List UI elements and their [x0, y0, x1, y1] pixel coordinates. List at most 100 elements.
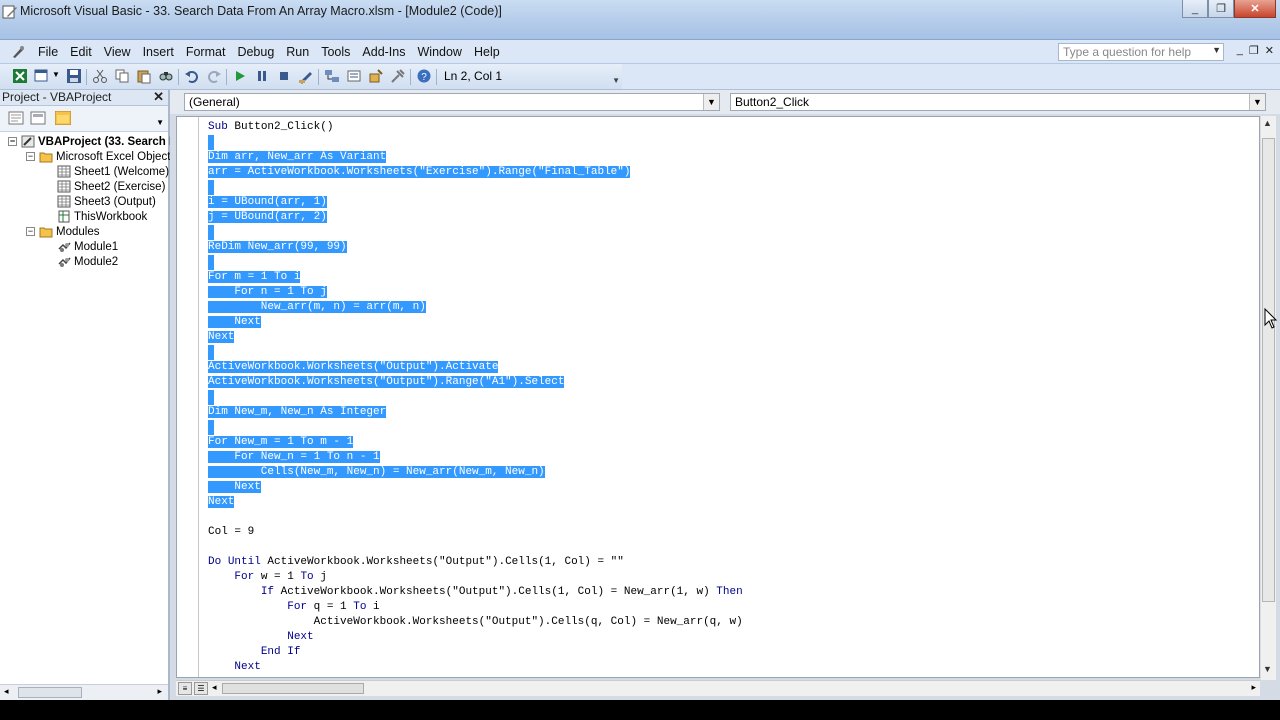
code-line[interactable]: End If — [208, 645, 743, 660]
tree-item-sheet2-exercise[interactable]: Sheet2 (Exercise) — [57, 179, 165, 194]
help-search-input[interactable]: Type a question for help ▼ — [1058, 43, 1224, 61]
code-line[interactable]: Next — [208, 315, 743, 330]
menu-debug[interactable]: Debug — [231, 45, 280, 59]
object-dropdown[interactable]: (General) ▼ — [184, 93, 720, 111]
code-line[interactable] — [208, 510, 743, 525]
code-line[interactable] — [208, 180, 743, 195]
code-line[interactable]: Next — [208, 660, 743, 675]
code-line[interactable]: Next — [208, 480, 743, 495]
copy-icon[interactable] — [114, 68, 130, 84]
menu-file[interactable]: File — [32, 45, 64, 59]
code-line[interactable]: Next — [208, 495, 743, 510]
procedure-view-icon[interactable]: ≡ — [178, 682, 192, 695]
code-line[interactable]: New_arr(m, n) = arr(m, n) — [208, 300, 743, 315]
code-line[interactable]: For w = 1 To j — [208, 570, 743, 585]
scroll-left-icon[interactable]: ◂ — [4, 686, 9, 697]
code-line[interactable]: j = UBound(arr, 2) — [208, 210, 743, 225]
code-line[interactable] — [208, 225, 743, 240]
code-line[interactable]: For New_m = 1 To m - 1 — [208, 435, 743, 450]
margin-indicator-bar[interactable] — [177, 117, 199, 677]
minimize-button[interactable]: _ — [1182, 0, 1208, 18]
project-explorer-icon[interactable] — [324, 68, 340, 84]
collapse-icon[interactable]: − — [8, 137, 17, 146]
code-line[interactable]: arr = ActiveWorkbook.Worksheets("Exercis… — [208, 165, 743, 180]
menu-addins[interactable]: Add-Ins — [356, 45, 411, 59]
mdi-close-button[interactable]: ✕ — [1265, 44, 1274, 57]
code-line[interactable]: For New_n = 1 To n - 1 — [208, 450, 743, 465]
break-icon[interactable] — [254, 68, 270, 84]
tree-item-vbaproject-33-search-i[interactable]: − VBAProject (33. Search I — [8, 134, 172, 149]
code-line[interactable]: For q = 1 To i — [208, 600, 743, 615]
chevron-down-icon[interactable]: ▼ — [1212, 45, 1221, 55]
scroll-thumb[interactable] — [1262, 138, 1275, 602]
tree-item-sheet1-welcome[interactable]: Sheet1 (Welcome) — [57, 164, 169, 179]
design-mode-icon[interactable] — [298, 68, 314, 84]
tree-item-microsoft-excel-objects[interactable]: − Microsoft Excel Objects — [26, 149, 176, 164]
code-line[interactable]: For n = 1 To j — [208, 285, 743, 300]
properties-icon[interactable] — [346, 68, 362, 84]
code-line[interactable]: For m = 1 To i — [208, 270, 743, 285]
code-line[interactable]: If ActiveWorkbook.Worksheets("Output").C… — [208, 585, 743, 600]
scroll-thumb[interactable] — [222, 683, 364, 694]
close-icon[interactable]: ✕ — [153, 89, 164, 105]
menu-tools[interactable]: Tools — [315, 45, 356, 59]
mdi-restore-button[interactable]: ❐ — [1249, 44, 1259, 57]
tree-item-sheet3-output[interactable]: Sheet3 (Output) — [57, 194, 156, 209]
object-browser-icon[interactable] — [368, 68, 384, 84]
code-line[interactable]: Cells(New_m, New_n) = New_arr(New_m, New… — [208, 465, 743, 480]
help-icon[interactable]: ? — [416, 68, 432, 84]
menu-run[interactable]: Run — [280, 45, 315, 59]
code-line[interactable]: ActiveWorkbook.Worksheets("Output").Rang… — [208, 375, 743, 390]
view-code-icon[interactable] — [8, 111, 24, 125]
code-line[interactable]: Do Until ActiveWorkbook.Worksheets("Outp… — [208, 555, 743, 570]
code-editor[interactable]: Sub Button2_Click() Dim arr, New_arr As V… — [176, 116, 1260, 678]
menu-edit[interactable]: Edit — [64, 45, 98, 59]
collapse-icon[interactable]: − — [26, 227, 35, 236]
menu-view[interactable]: View — [98, 45, 137, 59]
chevron-down-icon[interactable]: ▼ — [703, 94, 719, 110]
code-line[interactable] — [208, 390, 743, 405]
chevron-down-icon[interactable]: ▼ — [156, 118, 164, 127]
code-line[interactable] — [208, 420, 743, 435]
code-line[interactable] — [208, 540, 743, 555]
scroll-left-icon[interactable]: ◂ — [212, 682, 217, 693]
chevron-down-icon[interactable]: ▼ — [1249, 94, 1265, 110]
tree-item-modules[interactable]: − Modules — [26, 224, 99, 239]
code-line[interactable] — [208, 135, 743, 150]
code-line[interactable]: ReDim New_arr(99, 99) — [208, 240, 743, 255]
code-line[interactable]: Sub Button2_Click() — [208, 120, 743, 135]
close-button[interactable]: ✕ — [1234, 0, 1276, 18]
tree-item-thisworkbook[interactable]: ThisWorkbook — [57, 209, 147, 224]
code-line[interactable]: Dim New_m, New_n As Integer — [208, 405, 743, 420]
procedure-dropdown[interactable]: Button2_Click ▼ — [730, 93, 1266, 111]
vba-menu-icon[interactable] — [10, 44, 26, 60]
view-object-icon[interactable] — [30, 111, 46, 125]
undo-icon[interactable] — [184, 68, 200, 84]
find-icon[interactable] — [158, 68, 174, 84]
scroll-thumb[interactable] — [18, 687, 82, 698]
code-vertical-scrollbar[interactable]: ▲ ▼ — [1260, 116, 1276, 680]
code-line[interactable]: Col = 9 — [208, 525, 743, 540]
menu-help[interactable]: Help — [468, 45, 506, 59]
toolbar-options-icon[interactable]: ▼ — [612, 76, 620, 85]
reset-icon[interactable] — [276, 68, 292, 84]
code-line[interactable] — [208, 345, 743, 360]
code-line[interactable]: Dim arr, New_arr As Variant — [208, 150, 743, 165]
code-line[interactable]: Next — [208, 630, 743, 645]
scroll-right-icon[interactable]: ▸ — [1251, 682, 1256, 693]
redo-icon[interactable] — [206, 68, 222, 84]
menu-window[interactable]: Window — [412, 45, 468, 59]
cut-icon[interactable] — [92, 68, 108, 84]
tree-item-module1[interactable]: Module1 — [57, 239, 118, 254]
code-line[interactable] — [208, 255, 743, 270]
menu-format[interactable]: Format — [180, 45, 232, 59]
full-module-view-icon[interactable]: ☰ — [194, 682, 208, 695]
collapse-icon[interactable]: − — [26, 152, 35, 161]
save-icon[interactable] — [66, 68, 82, 84]
run-icon[interactable] — [232, 68, 248, 84]
restore-button[interactable]: ❐ — [1208, 0, 1234, 18]
code-line[interactable]: ActiveWorkbook.Worksheets("Output").Cell… — [208, 615, 743, 630]
code-line[interactable]: ActiveWorkbook.Worksheets("Output").Acti… — [208, 360, 743, 375]
scroll-down-icon[interactable]: ▼ — [1263, 664, 1272, 674]
toggle-folders-icon[interactable] — [55, 111, 71, 125]
